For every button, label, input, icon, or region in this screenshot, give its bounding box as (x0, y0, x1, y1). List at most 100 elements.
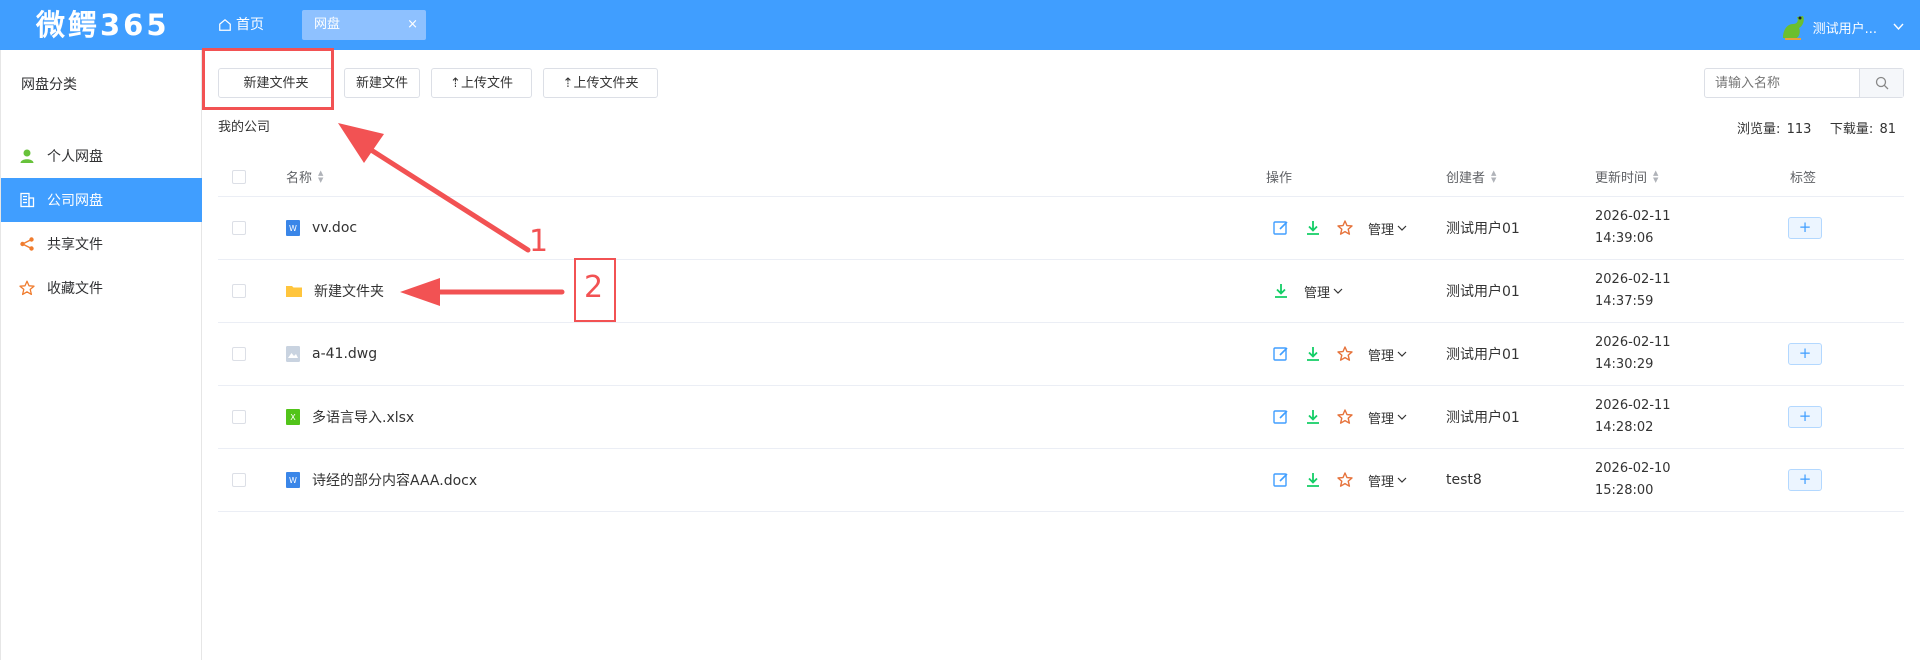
annotation-label-2: 2 (584, 270, 604, 305)
select-all-checkbox[interactable] (232, 169, 246, 184)
edit-icon[interactable] (1272, 345, 1290, 363)
add-tag-button[interactable]: + (1788, 343, 1822, 365)
user-icon (20, 149, 34, 163)
star-icon[interactable] (1336, 408, 1354, 426)
download-icon[interactable] (1304, 345, 1322, 363)
views-count: 113 (1786, 122, 1812, 137)
sort-icon[interactable]: ▲ ▼ (318, 169, 323, 184)
upload-file-button[interactable]: ⇡上传文件 (431, 68, 532, 98)
header-updated-label: 更新时间 (1595, 171, 1648, 186)
star-icon[interactable] (1336, 345, 1354, 363)
manage-dropdown[interactable]: 管理 (1368, 471, 1407, 490)
sidebar-item-favorites[interactable]: 收藏文件 (1, 266, 202, 310)
file-name[interactable]: a-41.dwg (312, 346, 377, 362)
tab-netdisk[interactable]: 网盘 × (302, 10, 426, 40)
edit-icon[interactable] (1272, 408, 1290, 426)
sidebar-item-label: 个人网盘 (47, 149, 103, 165)
table-row[interactable]: W 诗经的部分内容AAA.docx 管理 test8 2026-02-10 15… (218, 449, 1904, 512)
top-bar: 微鳄365 首页 网盘 × 测试用户... (0, 0, 1920, 50)
table-row[interactable]: 新建文件夹 管理 测试用户01 2026-02-11 14:37:59 (218, 260, 1904, 323)
user-menu[interactable]: 测试用户... (1777, 12, 1904, 42)
table-header: 名称 ▲ ▼ 操作 创建者 ▲ ▼ 更新时间 ▲ ▼ 标签 (218, 157, 1904, 197)
search-button[interactable] (1859, 69, 1903, 97)
updated-date: 2026-02-11 (1595, 398, 1671, 413)
updated-time: 14:30:29 (1595, 357, 1654, 372)
header-updated[interactable]: 更新时间 ▲ ▼ (1595, 157, 1658, 196)
annotation-label-1: 1 (529, 224, 549, 259)
sidebar-item-personal[interactable]: 个人网盘 (1, 134, 202, 178)
creator: 测试用户01 (1446, 221, 1520, 237)
table-row[interactable]: a-41.dwg 管理 测试用户01 2026-02-11 14:30:29 + (218, 323, 1904, 386)
sidebar: 网盘分类 个人网盘 公司网盘 共享文件 收藏文件 (0, 50, 202, 660)
tab-home-label: 首页 (236, 17, 264, 33)
updated-date: 2026-02-11 (1595, 272, 1671, 287)
updated-time: 14:37:59 (1595, 294, 1654, 309)
chevron-down-icon (1333, 288, 1343, 294)
manage-dropdown[interactable]: 管理 (1368, 219, 1407, 238)
upload-folder-button[interactable]: ⇡上传文件夹 (543, 68, 658, 98)
chevron-down-icon (1397, 225, 1407, 231)
new-file-button[interactable]: 新建文件 (344, 68, 420, 98)
updated-date: 2026-02-10 (1595, 461, 1671, 476)
tab-home[interactable]: 首页 (218, 14, 264, 36)
search-input[interactable] (1705, 69, 1859, 97)
header-ops: 操作 (1266, 171, 1293, 186)
usage-stats: 浏览量: 113 下载量: 81 (1735, 118, 1896, 137)
chevron-down-icon (1397, 351, 1407, 357)
sidebar-item-shared[interactable]: 共享文件 (1, 222, 202, 266)
row-checkbox[interactable] (232, 284, 246, 298)
app-logo[interactable]: 微鳄365 (36, 6, 170, 44)
star-icon[interactable] (1336, 471, 1354, 489)
views-label: 浏览量: (1737, 122, 1781, 137)
breadcrumb[interactable]: 我的公司 (218, 116, 270, 135)
add-tag-button[interactable]: + (1788, 406, 1822, 428)
header-creator[interactable]: 创建者 ▲ ▼ (1446, 157, 1496, 196)
download-icon[interactable] (1304, 219, 1322, 237)
avatar (1782, 16, 1804, 40)
manage-dropdown[interactable]: 管理 (1304, 282, 1343, 301)
chevron-down-icon (1397, 414, 1407, 420)
building-icon (20, 192, 35, 208)
annotation-highlight-box (202, 48, 334, 110)
row-checkbox[interactable] (232, 473, 246, 487)
header-name[interactable]: 名称 ▲ ▼ (286, 157, 323, 196)
file-name[interactable]: vv.doc (312, 220, 357, 236)
row-checkbox[interactable] (232, 410, 246, 424)
file-name[interactable]: 诗经的部分内容AAA.docx (312, 470, 477, 490)
sort-icon[interactable]: ▲ ▼ (1491, 169, 1496, 184)
download-icon[interactable] (1272, 282, 1290, 300)
download-icon[interactable] (1304, 408, 1322, 426)
star-icon[interactable] (1336, 219, 1354, 237)
updated-time: 14:28:02 (1595, 420, 1654, 435)
updated-date: 2026-02-11 (1595, 335, 1671, 350)
add-tag-button[interactable]: + (1788, 469, 1822, 491)
header-creator-label: 创建者 (1446, 171, 1486, 186)
manage-dropdown[interactable]: 管理 (1368, 345, 1407, 364)
table-row[interactable]: W vv.doc 管理 测试用户01 2026-02-11 14:39:06 + (218, 197, 1904, 260)
updated-time: 14:39:06 (1595, 231, 1654, 246)
edit-icon[interactable] (1272, 471, 1290, 489)
sidebar-title: 网盘分类 (21, 77, 77, 93)
search-icon (1875, 76, 1888, 90)
file-name[interactable]: 新建文件夹 (314, 281, 384, 301)
creator: 测试用户01 (1446, 284, 1520, 300)
creator: 测试用户01 (1446, 347, 1520, 363)
table-row[interactable]: X 多语言导入.xlsx 管理 测试用户01 2026-02-11 14:28:… (218, 386, 1904, 449)
downloads-label: 下载量: (1829, 122, 1874, 137)
manage-dropdown[interactable]: 管理 (1368, 408, 1407, 427)
header-tags: 标签 (1790, 171, 1817, 186)
sidebar-item-company[interactable]: 公司网盘 (1, 178, 202, 222)
sort-icon[interactable]: ▲ ▼ (1653, 169, 1658, 184)
row-checkbox[interactable] (232, 221, 246, 235)
sidebar-item-label: 共享文件 (47, 237, 103, 253)
add-tag-button[interactable]: + (1788, 217, 1822, 239)
edit-icon[interactable] (1272, 219, 1290, 237)
home-icon (219, 18, 231, 31)
tab-close-icon[interactable]: × (407, 10, 418, 40)
file-name[interactable]: 多语言导入.xlsx (312, 407, 414, 427)
downloads-count: 81 (1879, 122, 1896, 137)
image-file-icon (286, 346, 300, 362)
download-icon[interactable] (1304, 471, 1322, 489)
row-checkbox[interactable] (232, 347, 246, 361)
tab-netdisk-label: 网盘 (314, 17, 341, 32)
